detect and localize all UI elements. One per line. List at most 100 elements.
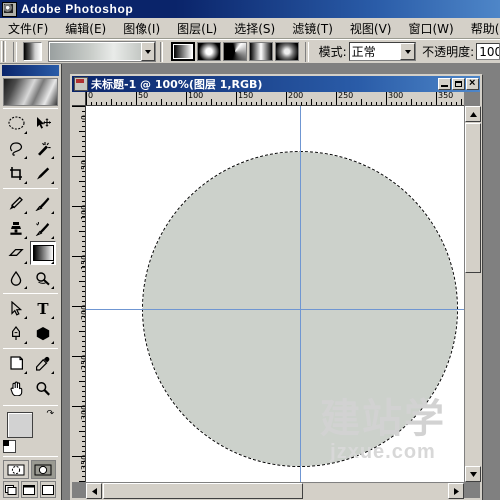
tool-eraser[interactable] bbox=[3, 241, 29, 265]
chevron-down-icon[interactable] bbox=[400, 43, 416, 60]
tool-path-selection[interactable] bbox=[3, 296, 29, 320]
ruler-corner[interactable] bbox=[72, 92, 86, 106]
scroll-left-button[interactable] bbox=[86, 483, 102, 499]
gradient-type-radial[interactable] bbox=[197, 42, 222, 61]
ruler-tick bbox=[82, 251, 85, 252]
ruler-tick bbox=[411, 99, 412, 105]
vertical-scrollbar[interactable] bbox=[464, 106, 481, 482]
full-screen-with-menubar-button[interactable] bbox=[21, 481, 38, 498]
canvas-area[interactable]: 建站学 jzxue.com bbox=[86, 106, 464, 482]
minimize-button[interactable] bbox=[438, 78, 451, 90]
tool-marquee-elliptical[interactable] bbox=[3, 111, 29, 135]
guide-horizontal[interactable] bbox=[86, 309, 464, 310]
tool-move[interactable] bbox=[30, 111, 56, 135]
menu-image[interactable]: 图像(I) bbox=[121, 19, 162, 38]
ruler-tick bbox=[82, 421, 85, 422]
tool-paintbrush[interactable] bbox=[30, 191, 56, 215]
scroll-right-button[interactable] bbox=[448, 483, 464, 499]
gradient-type-diamond[interactable] bbox=[275, 42, 300, 61]
menu-filter[interactable]: 滤镜(T) bbox=[290, 19, 335, 38]
tool-dodge[interactable] bbox=[30, 266, 56, 290]
horizontal-scrollbar[interactable] bbox=[86, 482, 464, 499]
tool-lasso[interactable] bbox=[3, 136, 29, 160]
gradient-type-reflected[interactable] bbox=[249, 42, 274, 61]
menu-edit[interactable]: 编辑(E) bbox=[63, 19, 108, 38]
gradient-type-angle[interactable] bbox=[223, 42, 248, 61]
tool-type[interactable]: T bbox=[30, 296, 56, 320]
blend-mode-select[interactable]: 正常 bbox=[348, 42, 417, 61]
menu-view[interactable]: 视图(V) bbox=[348, 19, 394, 38]
tool-gradient[interactable] bbox=[30, 241, 56, 265]
swap-colors-icon[interactable]: ↷ bbox=[46, 408, 54, 419]
water-drop-icon bbox=[10, 270, 22, 286]
gradient-dropdown-arrow-icon[interactable] bbox=[140, 42, 155, 61]
vertical-ruler[interactable]: 050100150200250300350 bbox=[72, 106, 86, 482]
ruler-tick bbox=[82, 236, 85, 237]
ruler-tick bbox=[106, 102, 107, 105]
tool-zoom[interactable] bbox=[30, 376, 56, 400]
ruler-tick bbox=[72, 156, 85, 157]
ruler-tick bbox=[336, 92, 337, 105]
tool-flyout-corner-icon bbox=[51, 181, 54, 184]
tool-notes[interactable] bbox=[3, 351, 29, 375]
chevron-right-icon bbox=[453, 487, 459, 495]
tool-flyout-corner-icon bbox=[51, 371, 54, 374]
ruler-tick bbox=[79, 181, 85, 182]
close-button[interactable] bbox=[466, 77, 479, 90]
ruler-tick bbox=[79, 431, 85, 432]
menu-file[interactable]: 文件(F) bbox=[6, 19, 50, 38]
knife-icon bbox=[37, 167, 50, 179]
default-colors-icon[interactable] bbox=[3, 440, 16, 453]
foreground-color-swatch[interactable] bbox=[7, 412, 33, 438]
ruler-tick bbox=[136, 92, 137, 105]
ruler-tick bbox=[246, 102, 247, 105]
vertical-scroll-thumb[interactable] bbox=[465, 123, 481, 273]
tool-crop[interactable] bbox=[3, 161, 29, 185]
ruler-tick bbox=[386, 92, 387, 105]
standard-screen-mode-button[interactable] bbox=[3, 481, 20, 498]
tool-pen[interactable] bbox=[3, 321, 29, 345]
ruler-tick bbox=[436, 92, 437, 105]
ruler-tick bbox=[401, 102, 402, 105]
gradient-picker[interactable] bbox=[47, 41, 156, 62]
maximize-button[interactable] bbox=[452, 78, 465, 90]
current-gradient-icon bbox=[22, 42, 42, 61]
opacity-label: 不透明度: bbox=[422, 45, 475, 59]
tool-eyedropper[interactable] bbox=[30, 351, 56, 375]
tool-hand[interactable] bbox=[3, 376, 29, 400]
full-screen-mode-button[interactable] bbox=[39, 481, 56, 498]
menu-select[interactable]: 选择(S) bbox=[232, 19, 277, 38]
type-icon: T bbox=[37, 301, 49, 316]
tool-blur[interactable] bbox=[3, 266, 29, 290]
ruler-tick bbox=[82, 446, 85, 447]
tool-clone-stamp[interactable] bbox=[3, 216, 29, 240]
toolbox-title-bar[interactable] bbox=[2, 65, 59, 76]
tool-flyout-corner-icon bbox=[24, 341, 27, 344]
tool-history-brush[interactable] bbox=[30, 216, 56, 240]
scroll-up-button[interactable] bbox=[465, 106, 481, 122]
menu-layer[interactable]: 图层(L) bbox=[175, 19, 219, 38]
standard-mode-icon bbox=[7, 464, 25, 475]
menu-help[interactable]: 帮助(H) bbox=[469, 19, 500, 38]
gradient-type-linear[interactable] bbox=[171, 42, 196, 61]
options-bar-grip[interactable] bbox=[1, 41, 7, 62]
ruler-tick bbox=[356, 102, 357, 105]
ruler-tick bbox=[82, 221, 85, 222]
document-icon bbox=[74, 77, 88, 91]
ruler-tick bbox=[221, 102, 222, 105]
tool-slice[interactable] bbox=[30, 161, 56, 185]
scroll-down-button[interactable] bbox=[465, 466, 481, 482]
menu-window[interactable]: 窗口(W) bbox=[406, 19, 455, 38]
ruler-tick bbox=[82, 451, 85, 452]
horizontal-scroll-thumb[interactable] bbox=[103, 483, 303, 499]
horizontal-ruler[interactable]: 0 50 100 150 200 250 300 350 bbox=[86, 92, 464, 106]
guide-vertical[interactable] bbox=[300, 106, 301, 482]
chevron-up-icon bbox=[469, 111, 477, 117]
opacity-input[interactable]: 100 bbox=[476, 43, 500, 60]
document-title-bar[interactable]: 未标题-1 @ 100%(图层 1,RGB) bbox=[72, 76, 480, 92]
tool-magic-wand[interactable] bbox=[30, 136, 56, 160]
standard-mode-button[interactable] bbox=[3, 460, 29, 479]
tool-shape[interactable] bbox=[30, 321, 56, 345]
tool-healing-brush[interactable] bbox=[3, 191, 29, 215]
quick-mask-mode-button[interactable] bbox=[30, 460, 56, 479]
